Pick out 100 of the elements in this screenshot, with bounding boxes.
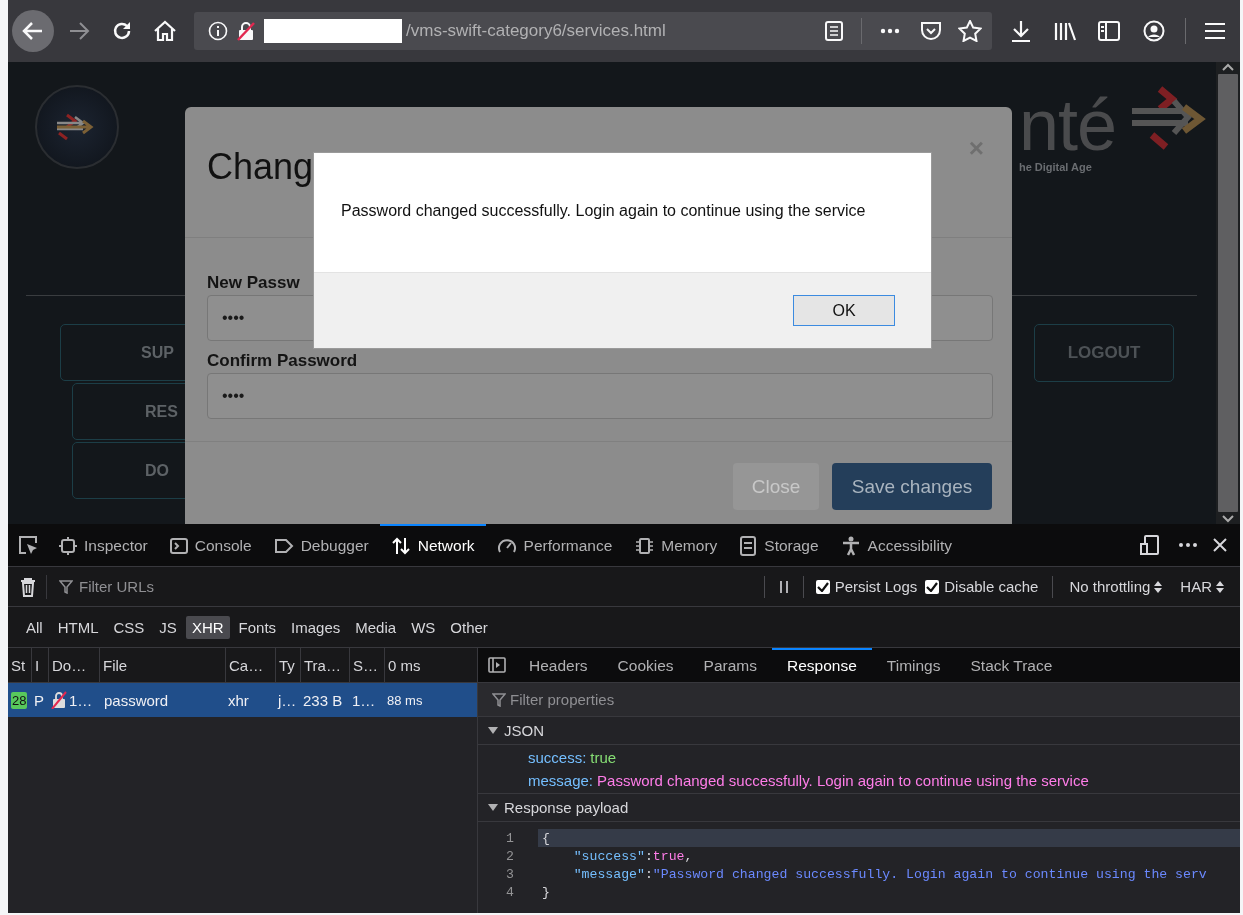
devtools-tab[interactable]: Accessibility [829,524,963,566]
reload-button[interactable] [111,20,133,42]
console-icon [169,537,188,555]
forward-button[interactable] [68,21,90,41]
scrollbar[interactable] [1216,62,1240,524]
back-arrow-icon [22,21,44,41]
detail-tab[interactable]: Stack Trace [955,648,1068,682]
sidebar-icon [1098,21,1120,41]
expanded-triangle-icon [488,726,498,735]
menu-button[interactable] [1204,22,1226,40]
checkbox[interactable] [815,579,830,594]
field-label: New Passw [207,272,301,294]
logo-tagline: he Digital Age [1018,161,1093,173]
type-filter-button[interactable]: Other [444,615,494,639]
type-filter-button[interactable]: CSS [107,615,151,639]
column-header[interactable]: Ca… [225,648,275,683]
property-key: message: [528,772,594,789]
sidebar-button[interactable] [1098,21,1120,41]
type-filter-button[interactable]: Images [285,615,347,639]
checkbox[interactable] [925,579,940,594]
column-header[interactable]: File [99,648,225,683]
library-button[interactable] [1053,21,1077,41]
filter-icon [59,579,73,594]
inspector-icon [59,537,77,555]
debugger-icon [273,538,294,554]
status-badge: 28 [11,691,28,709]
option-checkbox[interactable]: Persist Logs [811,578,922,595]
close-icon [1212,537,1228,553]
home-icon [153,20,177,42]
type-filter-button[interactable]: Media [349,615,403,639]
detail-tab[interactable]: Params [688,648,772,682]
updown-caret-icon [1154,580,1163,593]
info-icon [208,21,228,41]
accessibility-icon [840,536,861,556]
transferred-cell-text: 233 B [302,690,344,711]
request-row[interactable]: 28 P 1… password xhr j… 233 B 1… 88 ms [8,683,477,717]
more-icon [1178,542,1198,548]
line-number: 3 [505,866,514,882]
column-header[interactable]: Tra… [300,648,349,683]
code-line: "success":true, [572,847,694,865]
alert-message: Password changed successfully. Login again to continue using the service [340,201,867,221]
code-line: "message":"Password changed successfully. Login again to continue using the serv [572,865,1208,883]
shield-chevron-icon [920,20,942,42]
password-field[interactable]: •••• [207,373,993,419]
reload-icon [111,20,133,42]
downloads-button[interactable] [1010,20,1032,42]
reader-view-button[interactable] [825,21,843,41]
column-header[interactable]: Do… [48,648,99,683]
column-header[interactable]: I [31,648,48,683]
insecure-lock-icon [51,691,67,709]
address-bar[interactable]: /vms-swift-category6/services.html [194,12,992,50]
url-text: /vms-swift-category6/services.html [406,21,666,41]
line-number: 4 [505,884,514,900]
filter-properties-field[interactable]: Filter properties [478,683,1240,717]
home-button[interactable] [153,20,177,42]
har-dropdown[interactable]: HAR [1174,577,1230,596]
column-header[interactable]: St [8,648,31,683]
scroll-down-icon [1221,514,1235,524]
size-cell-text: 1… [351,690,377,711]
devtools-tab[interactable]: Performance [485,524,624,566]
devtools-tab[interactable]: Inspector [48,524,159,566]
file-cell-text: password [103,690,170,711]
back-button[interactable] [12,10,54,52]
save-button[interactable] [920,20,942,42]
download-icon [1010,20,1032,42]
filter-urls-field[interactable]: Filter URLs [47,578,764,595]
type-filter-button[interactable]: WS [405,615,442,639]
ok-button[interactable]: OK [793,295,895,326]
storage-icon [739,536,758,556]
menu-icon [1204,22,1226,40]
type-filter-button[interactable]: Fonts [232,615,283,639]
expanded-triangle-icon [488,803,498,812]
type-filter-button[interactable]: HTML [51,615,105,639]
devtools-tab[interactable]: Console [158,524,263,566]
bookmark-button[interactable] [958,20,982,42]
type-filter-button[interactable]: XHR [185,615,230,639]
detail-tab[interactable]: Cookies [602,648,689,682]
type-filter-button[interactable]: JS [153,615,183,639]
column-header[interactable]: Ty [275,648,300,683]
type-filter-button[interactable]: All [20,615,49,639]
insecure-lock-icon [236,21,256,41]
trash-icon [20,576,36,597]
account-icon [1143,20,1165,42]
devtools-tab[interactable]: Debugger [262,524,380,566]
updown-caret-icon [1216,580,1224,593]
detail-tab[interactable]: Timings [871,648,956,682]
devtools-tab[interactable]: Storage [728,524,830,566]
option-checkbox[interactable]: Disable cache [921,578,1043,595]
account-button[interactable] [1143,20,1165,42]
detail-tab[interactable]: Headers [514,648,603,682]
timing-cell-text: 88 ms [386,691,424,710]
domain-cell: 1… [69,691,93,709]
column-header[interactable]: 0 ms [384,648,477,683]
more-actions-button[interactable] [880,28,900,34]
save-changes-button[interactable]: Save changes [832,463,992,510]
forward-arrow-icon [68,21,90,41]
line-number: 1 [505,830,514,846]
column-header[interactable]: S… [349,648,384,683]
devtools-tab[interactable]: Memory [623,524,729,566]
throttling-dropdown[interactable]: No throttling [1063,577,1169,596]
